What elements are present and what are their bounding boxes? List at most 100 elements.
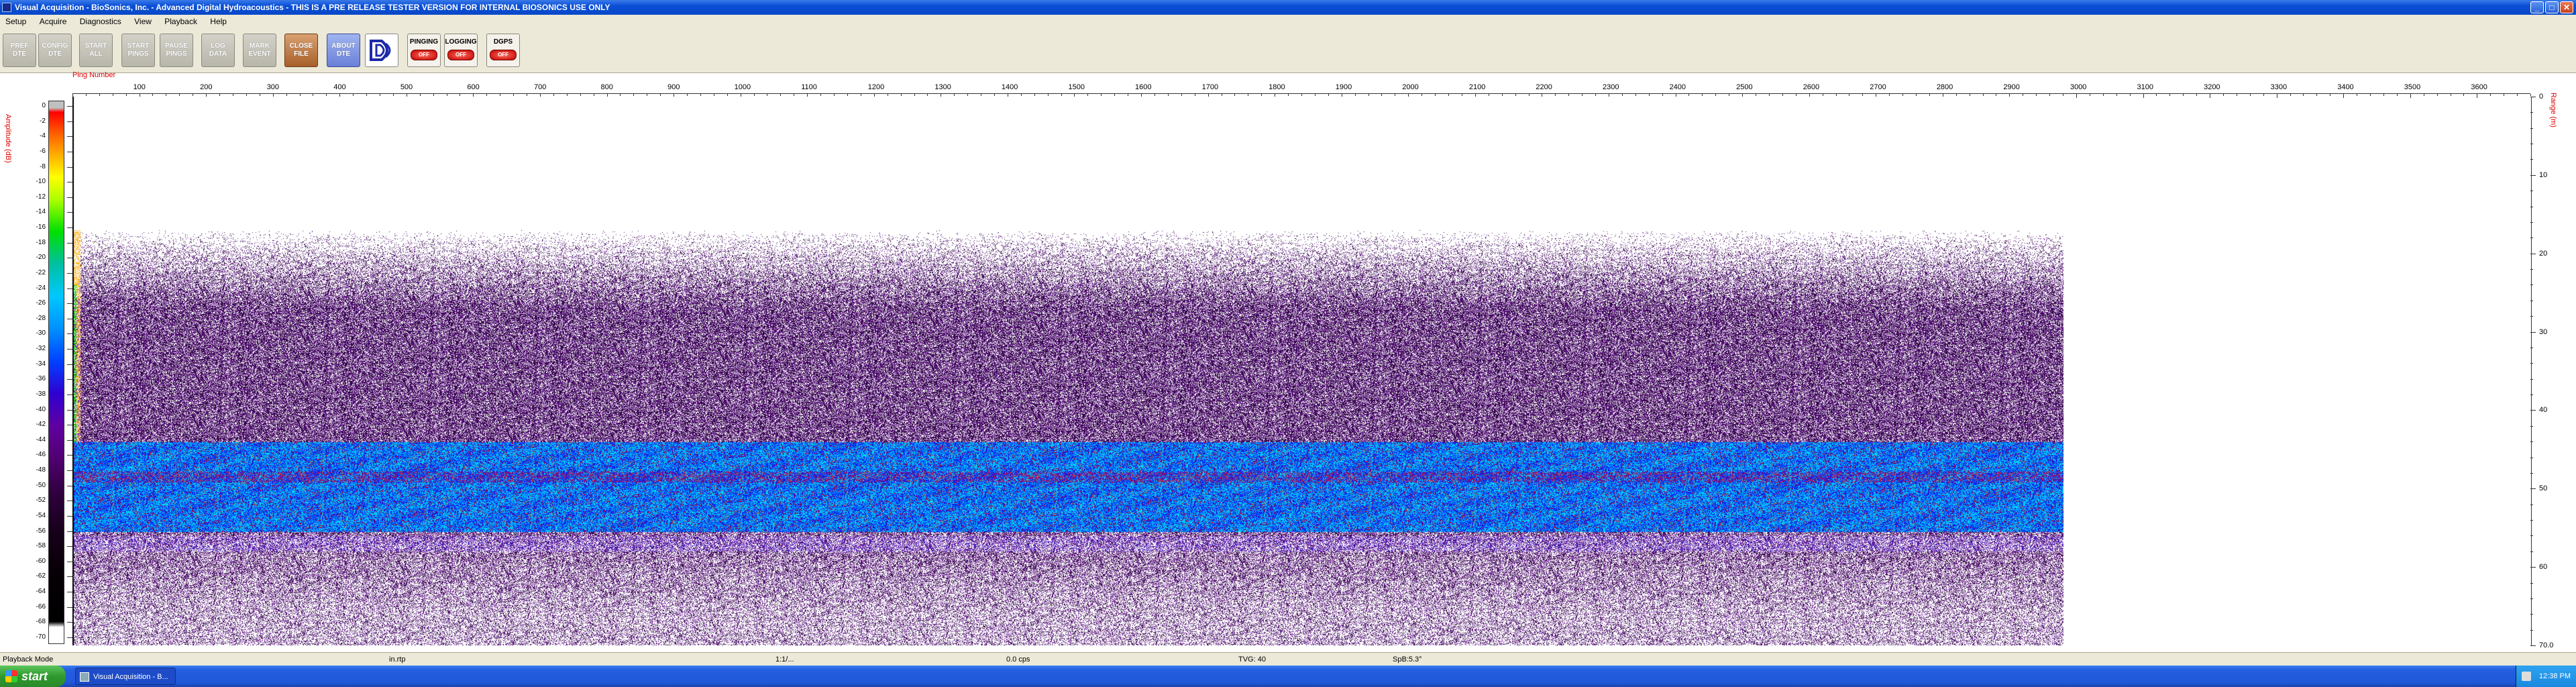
x-tick-mark	[179, 94, 180, 96]
x-tick-label: 300	[266, 83, 280, 91]
button-label: DTE	[48, 50, 62, 58]
colorbar-tick-label: -54	[36, 511, 46, 519]
colorbar-tick-mark	[67, 576, 72, 578]
colorbar-tick-label: -64	[36, 588, 46, 596]
close-button[interactable]: ✕	[2560, 1, 2573, 13]
menu-acquire[interactable]: Acquire	[34, 15, 72, 28]
range-tick-mark	[2530, 535, 2533, 537]
range-tick-mark	[2530, 363, 2533, 364]
x-tick-mark	[2169, 94, 2171, 96]
echogram-canvas	[72, 97, 2063, 645]
x-tick-label: 400	[333, 83, 346, 91]
x-tick-mark	[2263, 94, 2264, 96]
taskbar-item-visual-acquisition[interactable]: Visual Acquisition - B...	[75, 668, 176, 685]
x-tick-mark	[1421, 94, 1423, 96]
menu-diagnostics[interactable]: Diagnostics	[74, 15, 127, 28]
x-tick-label: 1500	[1068, 83, 1085, 91]
x-tick-mark	[125, 94, 127, 96]
x-tick-mark	[1835, 94, 1837, 96]
colorbar-tick-label: -20	[36, 254, 46, 262]
range-tick-mark	[2530, 316, 2533, 317]
x-tick-mark	[994, 94, 995, 96]
range-tick-mark	[2530, 425, 2533, 427]
colorbar-tick-mark	[67, 606, 72, 608]
range-title-wrap: Range (m)	[2549, 93, 2560, 146]
x-tick-label: 2200	[1536, 83, 1552, 91]
pref-dte-button[interactable]: PREF DTE	[3, 34, 36, 67]
colorbar-tick-label: -34	[36, 360, 46, 368]
x-tick-label: 3500	[2404, 83, 2421, 91]
biosonics-logo[interactable]	[365, 34, 398, 67]
x-tick-mark	[727, 94, 728, 96]
x-tick-label: 900	[667, 83, 680, 91]
colorbar-tick-mark	[67, 455, 72, 456]
x-tick-label: 1400	[1001, 83, 1018, 91]
minimize-button[interactable]: _	[2530, 1, 2544, 13]
range-tick-mark	[2530, 221, 2533, 223]
x-tick-mark	[2223, 94, 2224, 96]
colorbar-tick-mark	[67, 470, 72, 472]
colorbar-tick-mark	[67, 333, 72, 335]
x-tick-mark	[620, 94, 621, 96]
x-tick-label: 700	[533, 83, 547, 91]
x-tick-mark	[1902, 94, 1904, 96]
x-tick-label: 1700	[1201, 83, 1219, 91]
x-tick-mark	[353, 94, 354, 96]
start-pings-button[interactable]: START PINGS	[121, 34, 155, 67]
x-tick-mark	[1368, 94, 1369, 96]
x-tick-mark	[1568, 94, 1570, 96]
echogram-data[interactable]	[72, 97, 2063, 645]
menu-view[interactable]: View	[129, 15, 157, 28]
x-tick-label: 3000	[2070, 83, 2087, 91]
pause-pings-button[interactable]: PAUSE PINGS	[160, 34, 193, 67]
x-tick-label: 2900	[2003, 83, 2020, 91]
x-axis-title: Ping Number	[72, 71, 116, 79]
x-tick-mark	[1929, 94, 1930, 96]
x-tick-label: 600	[467, 83, 480, 91]
colorbar-tick-label: -70	[36, 633, 46, 641]
colorbar-tick-label: -26	[36, 299, 46, 307]
start-button[interactable]: start	[0, 666, 66, 687]
range-tick-label: 30	[2539, 327, 2548, 336]
maximize-button[interactable]: □	[2545, 1, 2559, 13]
button-label: START	[127, 42, 150, 50]
range-tick-mark	[2530, 127, 2533, 129]
x-tick-mark	[286, 94, 287, 96]
menu-setup[interactable]: Setup	[0, 15, 32, 28]
range-tick-mark	[2530, 331, 2536, 333]
colorbar-tick-label: -48	[36, 466, 46, 474]
x-tick-mark	[1301, 94, 1302, 96]
menu-playback[interactable]: Playback	[159, 15, 203, 28]
x-tick-mark	[2049, 94, 2051, 96]
range-tick-label: 20	[2539, 249, 2548, 258]
colorbar-tick-label: -24	[36, 284, 46, 292]
x-tick-mark	[2316, 94, 2318, 96]
x-tick-label: 2700	[1870, 83, 1886, 91]
button-label: START	[85, 42, 107, 50]
x-tick-label: 2100	[1468, 83, 1486, 91]
about-dte-button[interactable]: ABOUT DTE	[327, 34, 360, 67]
start-all-button[interactable]: START ALL	[79, 34, 113, 67]
config-dte-button[interactable]: CONFIG DTE	[38, 34, 72, 67]
colorbar-tick-mark	[67, 622, 72, 623]
button-label: PINGS	[127, 50, 149, 58]
button-label: MARK	[250, 42, 270, 50]
mark-event-button[interactable]: MARK EVENT	[243, 34, 276, 67]
x-tick-mark	[914, 94, 915, 96]
window-controls: _ □ ✕	[2530, 1, 2573, 13]
close-file-button[interactable]: CLOSE FILE	[284, 34, 318, 67]
colorbar-tick-label: -10	[36, 178, 46, 186]
x-tick-mark	[660, 94, 661, 96]
x-tick-mark	[927, 94, 928, 96]
x-tick-mark	[566, 94, 568, 96]
x-tick-mark	[2249, 94, 2251, 96]
log-data-button[interactable]: LOG DATA	[201, 34, 235, 67]
x-tick-label: 1200	[867, 83, 885, 91]
tray-network-icon[interactable]	[2522, 672, 2531, 681]
colorbar-tick-label: -62	[36, 572, 46, 580]
x-tick-label: 200	[200, 83, 213, 91]
pinging-state: OFF	[411, 50, 437, 60]
x-tick-mark	[2183, 94, 2184, 96]
menu-help[interactable]: Help	[205, 15, 232, 28]
x-tick-mark	[1328, 94, 1329, 96]
